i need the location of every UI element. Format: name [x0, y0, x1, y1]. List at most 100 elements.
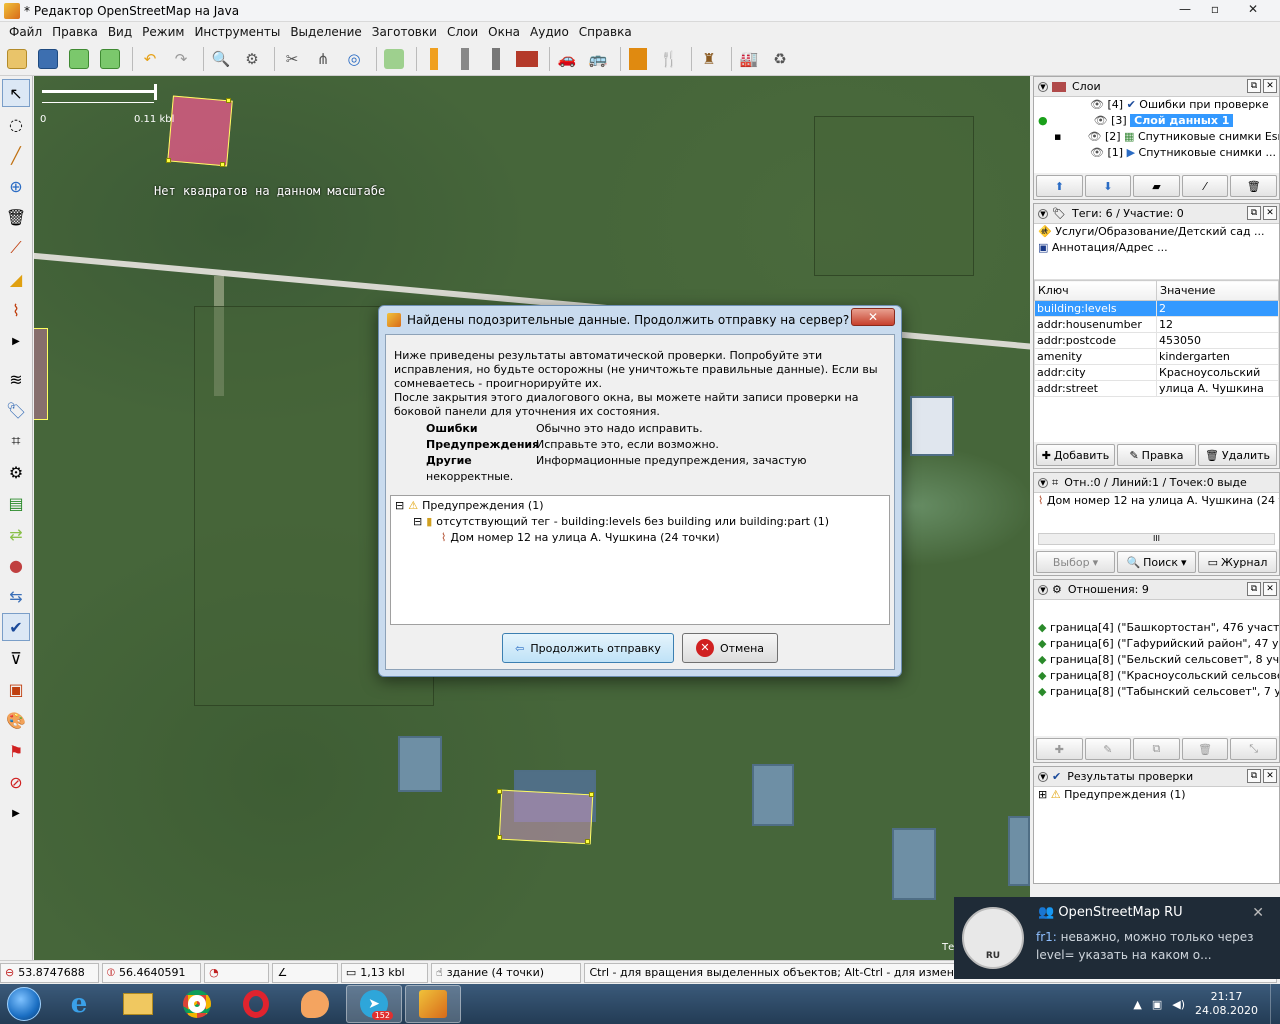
menu-selection[interactable]: Выделение	[285, 25, 366, 39]
eye-icon[interactable]: 👁	[1094, 114, 1108, 127]
close-icon[interactable]: ✕	[1263, 582, 1277, 596]
way-node[interactable]	[585, 839, 590, 844]
column-key-header[interactable]: Ключ	[1033, 280, 1158, 301]
way-node[interactable]	[226, 98, 231, 103]
selection-list-item[interactable]: ⌇ Дом номер 12 на улица А. Чушкина (24 т…	[1034, 493, 1279, 509]
tag-row[interactable]: addr:city Красноусольский	[1033, 364, 1279, 381]
collapse-icon[interactable]: ▼	[1038, 208, 1048, 219]
split-way-icon[interactable]: ✂	[279, 46, 305, 72]
notes-toggle-icon[interactable]: ⚑	[2, 737, 30, 765]
eye-icon[interactable]: 👁	[1090, 98, 1104, 111]
selected-building-outline[interactable]	[167, 95, 233, 167]
taskbar-ie[interactable]: e	[51, 985, 107, 1023]
select-members-button[interactable]: ⤡	[1230, 738, 1277, 760]
tree-leaf[interactable]: ⌇ Дом номер 12 на улица А. Чушкина (24 то…	[391, 530, 889, 546]
selection-header[interactable]: ▼ ⌗ Отн.:0 / Линий:1 / Точек:0 выде	[1034, 473, 1279, 493]
menu-edit[interactable]: Правка	[47, 25, 103, 39]
factory-icon[interactable]: 🏭	[736, 46, 762, 72]
show-desktop-button[interactable]	[1270, 984, 1280, 1024]
dialog-close-button[interactable]: ✕	[851, 308, 895, 326]
selection-toggle-icon[interactable]: ⌗	[2, 427, 30, 455]
way-node[interactable]	[497, 789, 502, 794]
detach-icon[interactable]: ⧉	[1247, 79, 1261, 93]
start-button[interactable]	[0, 985, 48, 1023]
maximize-button[interactable]: ▫	[1200, 0, 1230, 20]
relation-item[interactable]: ◆ граница[8] ("Бельский сельсовет", 8 уч	[1034, 652, 1279, 668]
combine-way-icon[interactable]: ⋔	[310, 46, 336, 72]
network-icon[interactable]: ▣	[1152, 998, 1162, 1011]
relation-item[interactable]: ◆ граница[8] ("Красноусольский сельсове	[1034, 668, 1279, 684]
layer-row[interactable]: 👁 [4] ✔ Ошибки при проверке	[1034, 97, 1279, 113]
validation-tree-item[interactable]: ⊞ ⚠ Предупреждения (1)	[1034, 787, 1279, 803]
notification-close-icon[interactable]: ✕	[1252, 905, 1264, 921]
close-icon[interactable]: ✕	[1263, 79, 1277, 93]
layer-row[interactable]: 👁 [1] ▶ Спутниковые снимки ...	[1034, 145, 1279, 161]
authors-toggle-icon[interactable]: ●	[2, 551, 30, 579]
eye-icon[interactable]: 👁	[1090, 146, 1104, 159]
way-node[interactable]	[497, 835, 502, 840]
delete-relation-button[interactable]: 🗑	[1181, 738, 1229, 760]
tag-row[interactable]: addr:street улица А. Чушкина	[1033, 380, 1279, 397]
relation-item[interactable]: ◆ граница[8] ("Табынский сельсовет", 7 у	[1034, 684, 1279, 700]
open-file-icon[interactable]	[4, 46, 30, 72]
tag-row[interactable]: addr:housenumber 12	[1033, 316, 1279, 333]
tray-arrow-icon[interactable]: ▲	[1133, 998, 1141, 1011]
detach-icon[interactable]: ⧉	[1247, 769, 1261, 783]
add-tag-button[interactable]: ✚ Добавить	[1036, 444, 1115, 466]
expand-icon[interactable]: ⊞	[1038, 788, 1047, 801]
layer-row[interactable]: ▪ 👁 [2] ▦ Спутниковые снимки Esri	[1034, 129, 1279, 145]
menu-layers[interactable]: Слои	[442, 25, 483, 39]
preset-road-icon[interactable]	[421, 46, 447, 72]
delete-tool-icon[interactable]: 🗑	[2, 203, 30, 231]
taskbar-explorer[interactable]	[110, 985, 166, 1023]
taskbar-josm[interactable]	[405, 985, 461, 1023]
castle-icon[interactable]: ♜	[696, 46, 722, 72]
bus-icon[interactable]: 🚌	[585, 46, 611, 72]
tag-row[interactable]: amenity kindergarten	[1033, 348, 1279, 365]
select-tool-icon[interactable]: ↖	[2, 79, 30, 107]
collapse-icon[interactable]: ▼	[1038, 584, 1048, 595]
eye-icon[interactable]: 👁	[1087, 130, 1101, 143]
close-icon[interactable]: ✕	[1263, 206, 1277, 220]
parallel-tool-icon[interactable]: ⟋	[2, 234, 30, 262]
minimize-button[interactable]: —	[1170, 0, 1200, 20]
merge-layer-button[interactable]: ▰	[1133, 175, 1180, 197]
download-icon[interactable]	[66, 46, 92, 72]
style-toggle-icon[interactable]: 🎨	[2, 706, 30, 734]
menu-help[interactable]: Справка	[574, 25, 637, 39]
preset-wall-icon[interactable]	[514, 46, 540, 72]
close-window-button[interactable]: ✕	[1230, 0, 1276, 20]
search-button[interactable]: 🔍 Поиск ▾	[1117, 551, 1196, 573]
relation-item[interactable]: ◆ граница[4] ("Башкортостан", 476 участ	[1034, 620, 1279, 636]
tree-root[interactable]: ⊟ ⚠ Предупреждения (1)	[391, 498, 889, 514]
dialog-title-bar[interactable]: Найдены подозрительные данные. Продолжит…	[379, 306, 901, 334]
detach-icon[interactable]: ⧉	[1247, 206, 1261, 220]
way-node[interactable]	[166, 158, 171, 163]
undo-icon[interactable]: ↶	[137, 46, 163, 72]
delete-layer-button[interactable]: 🗑	[1230, 175, 1277, 197]
preset-link[interactable]: 🚸 Услуги/Образование/Детский сад ...	[1034, 224, 1279, 240]
way-node[interactable]	[589, 792, 594, 797]
partial-building-outline[interactable]	[34, 328, 48, 420]
duplicate-relation-button[interactable]: ⧉	[1133, 738, 1180, 760]
relations-header[interactable]: ▼ ⚙ Отношения: 9 ⧉ ✕	[1034, 580, 1279, 600]
conflict-toggle-icon[interactable]: ⇄	[2, 520, 30, 548]
relation-item[interactable]: ◆ граница[6] ("Гафурийский район", 47 уч	[1034, 636, 1279, 652]
way-node[interactable]	[220, 162, 225, 167]
collapse-icon[interactable]: ▼	[1038, 771, 1048, 782]
select-button[interactable]: Выбор ▾	[1036, 551, 1115, 573]
taskbar-chrome[interactable]	[169, 985, 225, 1023]
preset-footway-icon[interactable]	[483, 46, 509, 72]
new-relation-button[interactable]: ✚	[1036, 738, 1083, 760]
tree-child[interactable]: ⊟ ▮ отсутствующий тег - building:levels бе…	[391, 514, 889, 530]
telegram-notification[interactable]: RU 👥 OpenStreetMap RU ✕ fr1: неважно, мо…	[954, 897, 1280, 979]
layer-row-selected[interactable]: ● 👁 [3] Слой данных 1	[1034, 113, 1279, 129]
tags-header[interactable]: ▼ 🏷 Теги: 6 / Участие: 0 ⧉ ✕	[1034, 204, 1279, 224]
layer-settings-button[interactable]: ⁄	[1181, 175, 1229, 197]
zoom-tool-icon[interactable]: ⊕	[2, 172, 30, 200]
changeset-toggle-icon[interactable]: ▣	[2, 675, 30, 703]
lasso-tool-icon[interactable]: ◌	[2, 110, 30, 138]
improve-way-icon[interactable]: ⌇	[2, 296, 30, 324]
horizontal-scrollbar[interactable]: III	[1038, 533, 1275, 545]
draw-tool-icon[interactable]: ╱	[2, 141, 30, 169]
